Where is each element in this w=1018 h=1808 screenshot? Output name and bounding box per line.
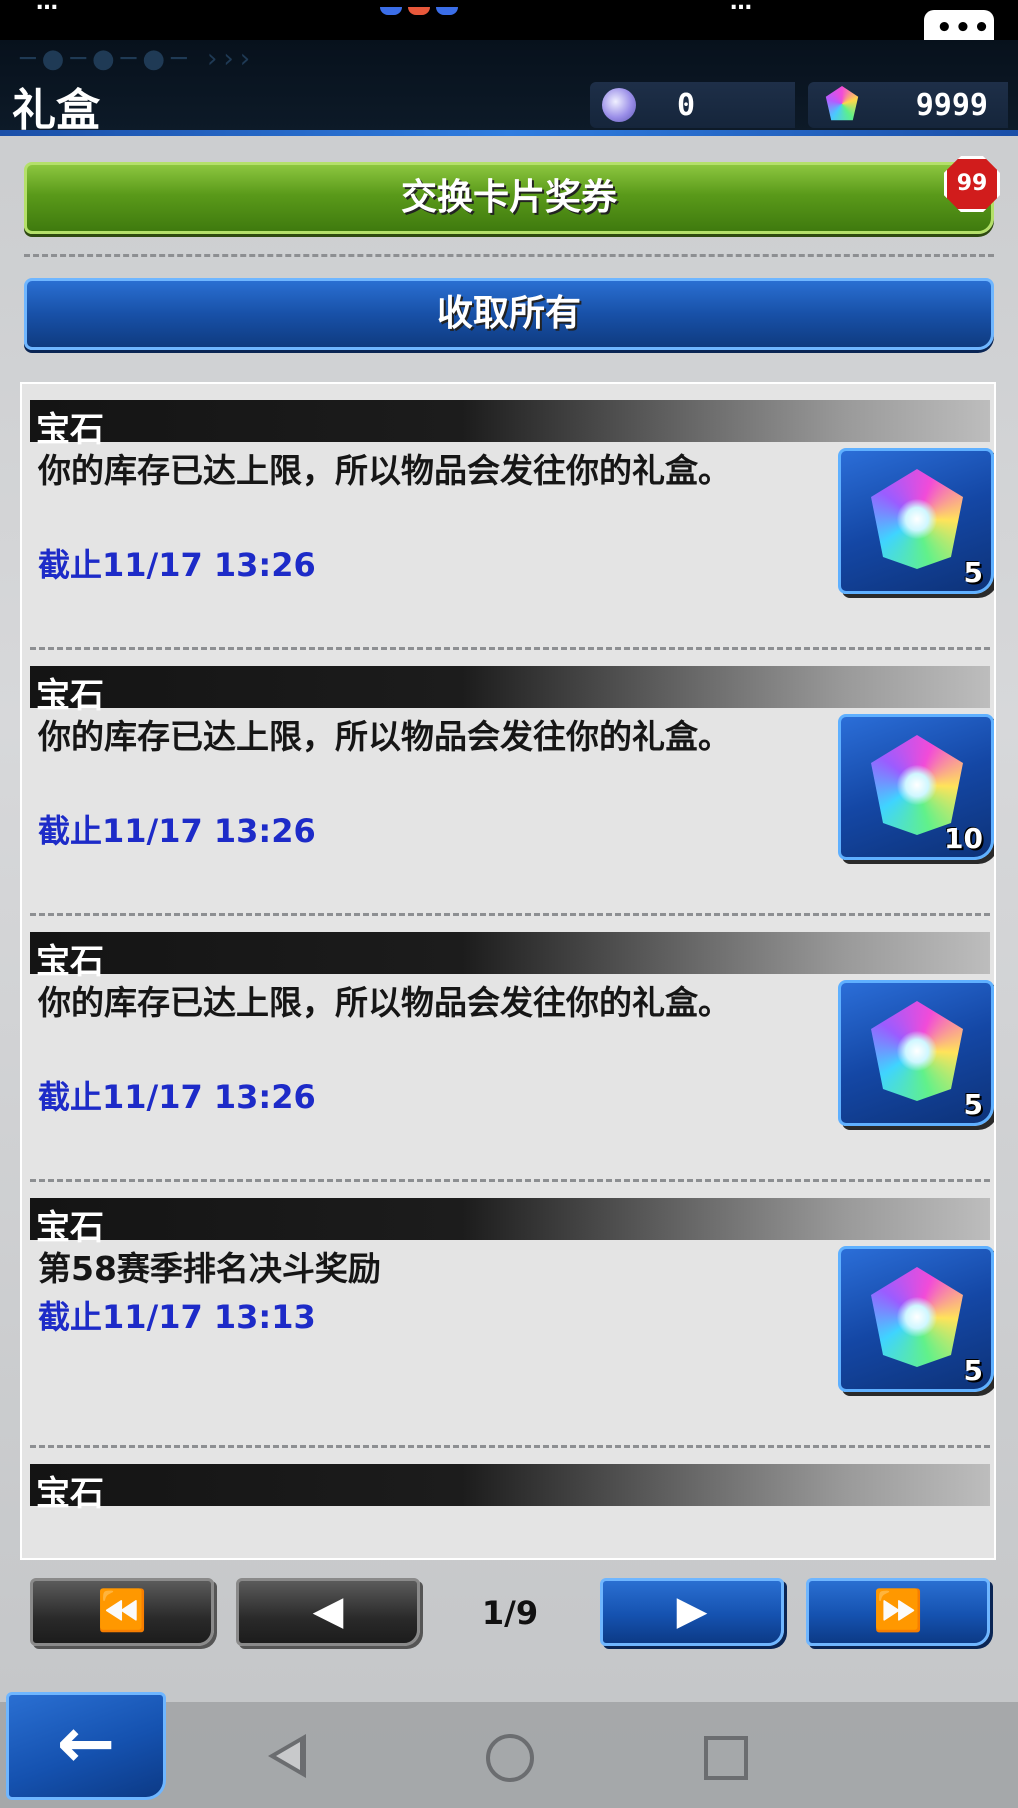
notification-badge: 99: [944, 156, 1000, 212]
first-page-button[interactable]: ⏪: [30, 1578, 214, 1646]
nav-home-icon[interactable]: [486, 1734, 534, 1782]
orb-icon: [602, 88, 636, 122]
header-divider: [0, 130, 1018, 136]
gem-reward-count: 5: [963, 556, 983, 589]
prev-page-button[interactable]: ◀: [236, 1578, 420, 1646]
gem-reward-count: 5: [963, 1088, 983, 1121]
arrow-left-icon: ←: [56, 1702, 116, 1784]
gem-reward-count: 5: [963, 1354, 983, 1387]
circuit-decoration: ─●─●─●─ ›››: [20, 44, 257, 74]
status-right-text: …: [730, 0, 752, 15]
nav-recents-icon[interactable]: [704, 1736, 748, 1780]
item-category-header: 宝石: [30, 400, 990, 450]
gem-count: 9999: [915, 88, 988, 123]
status-notification-icons: [380, 0, 464, 19]
gem-icon: [871, 1267, 963, 1367]
item-message: 你的库存已达上限，所以物品会发往你的礼盒。: [38, 451, 731, 490]
gem-reward-card[interactable]: 5: [838, 448, 994, 594]
list-item[interactable]: 宝石 你的库存已达上限，所以物品会发往你的礼盒。 截止11/17 13:26 5: [30, 916, 994, 1182]
gem-icon: [871, 735, 963, 835]
item-category-header: 宝石: [30, 932, 990, 982]
list-item[interactable]: 宝石 第58赛季排名决斗奖励 截止11/17 13:13 5: [30, 1182, 994, 1448]
page-title: 礼盒: [12, 85, 100, 136]
list-item[interactable]: 宝石 你的库存已达上限，所以物品会发往你的礼盒。 截止11/17 13:26 5: [30, 384, 994, 650]
back-button[interactable]: ←: [6, 1692, 166, 1800]
double-chevron-right-icon: ⏩: [873, 1588, 923, 1634]
gem-icon: [871, 1001, 963, 1101]
list-item[interactable]: 宝石 你的库存已达上限，所以物品会发往你的礼盒。 截止11/17 13:26 1…: [30, 650, 994, 916]
gift-list[interactable]: 宝石 你的库存已达上限，所以物品会发往你的礼盒。 截止11/17 13:26 5…: [20, 382, 996, 1560]
item-expiry: 截止11/17 13:13: [38, 1298, 316, 1336]
collect-all-label: 收取所有: [436, 293, 581, 334]
item-category-header: 宝石: [30, 1198, 990, 1248]
gem-reward-card[interactable]: 5: [838, 1246, 994, 1392]
item-category-header: 宝石: [30, 666, 990, 716]
gem-reward-card[interactable]: 10: [838, 714, 994, 860]
gem-reward-count: 10: [944, 822, 983, 855]
nav-back-icon[interactable]: [268, 1734, 306, 1778]
badge-count: 99: [956, 171, 988, 196]
chevron-right-icon: ▶: [676, 1588, 708, 1634]
list-item[interactable]: 宝石: [30, 1448, 990, 1558]
exchange-ticket-button[interactable]: 交换卡片奖券: [24, 162, 994, 234]
status-left-text: …: [36, 0, 58, 15]
gem-currency: 9999: [808, 82, 1008, 128]
item-message: 你的库存已达上限，所以物品会发往你的礼盒。: [38, 983, 731, 1022]
item-message: 第58赛季排名决斗奖励: [38, 1249, 381, 1288]
item-category-header: 宝石: [30, 1464, 990, 1514]
double-chevron-left-icon: ⏪: [97, 1588, 147, 1634]
exchange-ticket-label: 交换卡片奖券: [400, 177, 617, 218]
chevron-left-icon: ◀: [312, 1588, 344, 1634]
last-page-button[interactable]: ⏩: [806, 1578, 990, 1646]
item-message: 你的库存已达上限，所以物品会发往你的礼盒。: [38, 717, 731, 756]
next-page-button[interactable]: ▶: [600, 1578, 784, 1646]
gem-reward-card[interactable]: 5: [838, 980, 994, 1126]
page-indicator: 1/9: [481, 1594, 539, 1632]
orb-currency: 0: [590, 82, 795, 128]
gem-icon: [825, 86, 859, 121]
item-expiry: 截止11/17 13:26: [38, 1078, 316, 1116]
divider: [24, 254, 994, 257]
status-bar: … …: [0, 0, 1018, 40]
item-expiry: 截止11/17 13:26: [38, 812, 316, 850]
item-expiry: 截止11/17 13:26: [38, 546, 316, 584]
orb-count: 0: [676, 88, 695, 123]
collect-all-button[interactable]: 收取所有: [24, 278, 994, 350]
gem-icon: [871, 469, 963, 569]
